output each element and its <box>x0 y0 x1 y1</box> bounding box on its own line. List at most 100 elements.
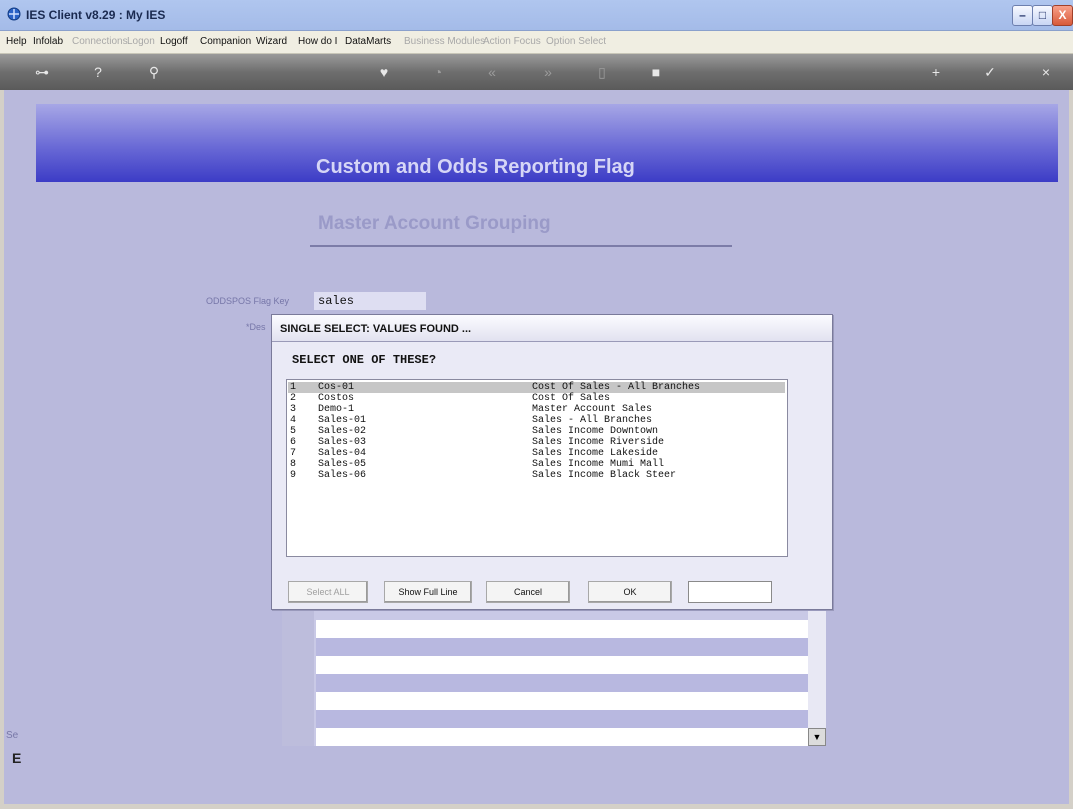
list-item-number: 5 <box>290 426 297 437</box>
dialog-title-bar[interactable]: SINGLE SELECT: VALUES FOUND ... <box>272 315 832 342</box>
grid-row[interactable] <box>316 710 810 728</box>
title-bar[interactable]: IES Client v8.29 : My IES – □ X <box>0 0 1073 31</box>
list-item-description: Sales Income Riverside <box>532 437 665 448</box>
menu-action-focus[interactable]: Action Focus <box>483 36 541 47</box>
grid-row[interactable] <box>316 692 810 710</box>
list-item-code: Sales-05 <box>318 459 367 470</box>
list-item-code: Sales-04 <box>318 448 367 459</box>
side-label: Se <box>6 730 19 741</box>
menu-help[interactable]: Help <box>6 36 27 47</box>
list-item-description: Cost Of Sales - All Branches <box>532 382 701 393</box>
flag-key-label: ODDSPOS Flag Key <box>206 296 290 306</box>
list-item-code: Sales-02 <box>318 426 367 437</box>
list-item-description: Sales - All Branches <box>532 415 653 426</box>
select-all-button[interactable]: Select ALL <box>288 581 368 603</box>
ok-button[interactable]: OK <box>588 581 672 603</box>
dialog-title: SINGLE SELECT: VALUES FOUND ... <box>280 323 472 335</box>
stop-icon[interactable]: ■ <box>644 63 668 81</box>
maximize-button[interactable]: □ <box>1032 5 1053 26</box>
single-select-dialog: SINGLE SELECT: VALUES FOUND ... SELECT O… <box>271 314 833 610</box>
menu-option-select[interactable]: Option Select <box>546 36 606 47</box>
grid-row-header <box>282 600 314 746</box>
page-title: Custom and Odds Reporting Flag <box>316 156 635 178</box>
menu-datamarts[interactable]: DataMarts <box>345 36 391 47</box>
side-field[interactable]: E <box>12 750 21 766</box>
list-item-description: Sales Income Black Steer <box>532 470 677 481</box>
list-item-code: Demo-1 <box>318 404 355 415</box>
grid-row[interactable] <box>316 674 810 692</box>
list-item-number: 8 <box>290 459 297 470</box>
menu-bar: Help Infolab Connections Logon Logoff Co… <box>0 31 1073 54</box>
list-item-code: Sales-01 <box>318 415 367 426</box>
list-item-description: Master Account Sales <box>532 404 653 415</box>
list-item[interactable]: 9 Sales-06 Sales Income Black Steer <box>288 470 785 481</box>
page-banner: Custom and Odds Reporting Flag <box>36 104 1058 182</box>
toolbar: ⊶ ? ⚲ ♥ ◔ « » ▯ ■ + ✓ × <box>0 54 1073 90</box>
list-item-description: Sales Income Downtown <box>532 426 659 437</box>
cancel-icon[interactable]: × <box>1034 63 1058 81</box>
data-grid[interactable] <box>282 600 826 746</box>
list-item[interactable]: 5 Sales-02 Sales Income Downtown <box>288 426 785 437</box>
close-button[interactable]: X <box>1052 5 1073 26</box>
show-full-line-button[interactable]: Show Full Line <box>384 581 472 603</box>
clock-icon[interactable]: ◔ <box>426 63 450 81</box>
list-item-number: 2 <box>290 393 297 404</box>
menu-business-modules[interactable]: Business Modules <box>404 36 485 47</box>
grid-row[interactable] <box>316 728 810 746</box>
list-item-number: 1 <box>290 382 297 393</box>
page-subtitle: Master Account Grouping <box>318 213 551 234</box>
list-item[interactable]: 2 Costos Cost Of Sales <box>288 393 785 404</box>
search-input[interactable] <box>688 581 772 603</box>
list-item-number: 6 <box>290 437 297 448</box>
list-item-number: 4 <box>290 415 297 426</box>
window-border-right <box>1069 54 1073 804</box>
menu-how-do-i[interactable]: How do I <box>298 36 337 47</box>
list-item[interactable]: 7 Sales-04 Sales Income Lakeside <box>288 448 785 459</box>
app-icon <box>7 7 21 21</box>
grid-row[interactable] <box>316 656 810 674</box>
scroll-down-button[interactable]: ▼ <box>808 728 826 746</box>
menu-infolab[interactable]: Infolab <box>33 36 63 47</box>
minimize-button[interactable]: – <box>1012 5 1033 26</box>
heart-icon[interactable]: ♥ <box>372 63 396 81</box>
list-item-code: Sales-06 <box>318 470 367 481</box>
subtitle-underline <box>310 245 732 247</box>
grid-row[interactable] <box>316 620 810 638</box>
list-item-description: Cost Of Sales <box>532 393 611 404</box>
values-listbox[interactable]: 1 Cos-01 Cost Of Sales - All Branches 2 Cos… <box>286 379 788 557</box>
help-icon[interactable]: ? <box>86 63 110 81</box>
list-item-code: Costos <box>318 393 355 404</box>
list-item[interactable]: 8 Sales-05 Sales Income Mumi Mall <box>288 459 785 470</box>
list-item-code: Cos-01 <box>318 382 355 393</box>
window-border-bottom <box>0 804 1073 809</box>
grid-scrollbar[interactable] <box>808 600 826 746</box>
flag-key-input[interactable]: sales <box>314 292 426 310</box>
list-item-number: 7 <box>290 448 297 459</box>
list-item-description: Sales Income Mumi Mall <box>532 459 665 470</box>
list-item-number: 3 <box>290 404 297 415</box>
forward-icon[interactable]: » <box>536 63 560 81</box>
list-item[interactable]: 4 Sales-01 Sales - All Branches <box>288 415 785 426</box>
list-item-number: 9 <box>290 470 297 481</box>
dialog-prompt: SELECT ONE OF THESE? <box>292 353 437 367</box>
menu-wizard[interactable]: Wizard <box>256 36 287 47</box>
placeholder-icon[interactable]: ▯ <box>590 63 614 81</box>
grid-row[interactable] <box>316 638 810 656</box>
list-item-code: Sales-03 <box>318 437 367 448</box>
cancel-button[interactable]: Cancel <box>486 581 570 603</box>
description-label: *Des <box>246 322 266 332</box>
check-icon[interactable]: ✓ <box>978 63 1002 81</box>
list-item[interactable]: 3 Demo-1 Master Account Sales <box>288 404 785 415</box>
key-icon[interactable]: ⊶ <box>30 63 54 81</box>
menu-logoff[interactable]: Logoff <box>160 36 188 47</box>
rewind-icon[interactable]: « <box>480 63 504 81</box>
menu-logon[interactable]: Logon <box>127 36 155 47</box>
list-item[interactable]: 1 Cos-01 Cost Of Sales - All Branches <box>288 382 785 393</box>
list-item[interactable]: 6 Sales-03 Sales Income Riverside <box>288 437 785 448</box>
menu-connections[interactable]: Connections <box>72 36 128 47</box>
list-item-description: Sales Income Lakeside <box>532 448 659 459</box>
window-title: IES Client v8.29 : My IES <box>26 8 166 22</box>
menu-companion[interactable]: Companion <box>200 36 251 47</box>
search-icon[interactable]: ⚲ <box>142 63 166 81</box>
plus-icon[interactable]: + <box>924 63 948 81</box>
